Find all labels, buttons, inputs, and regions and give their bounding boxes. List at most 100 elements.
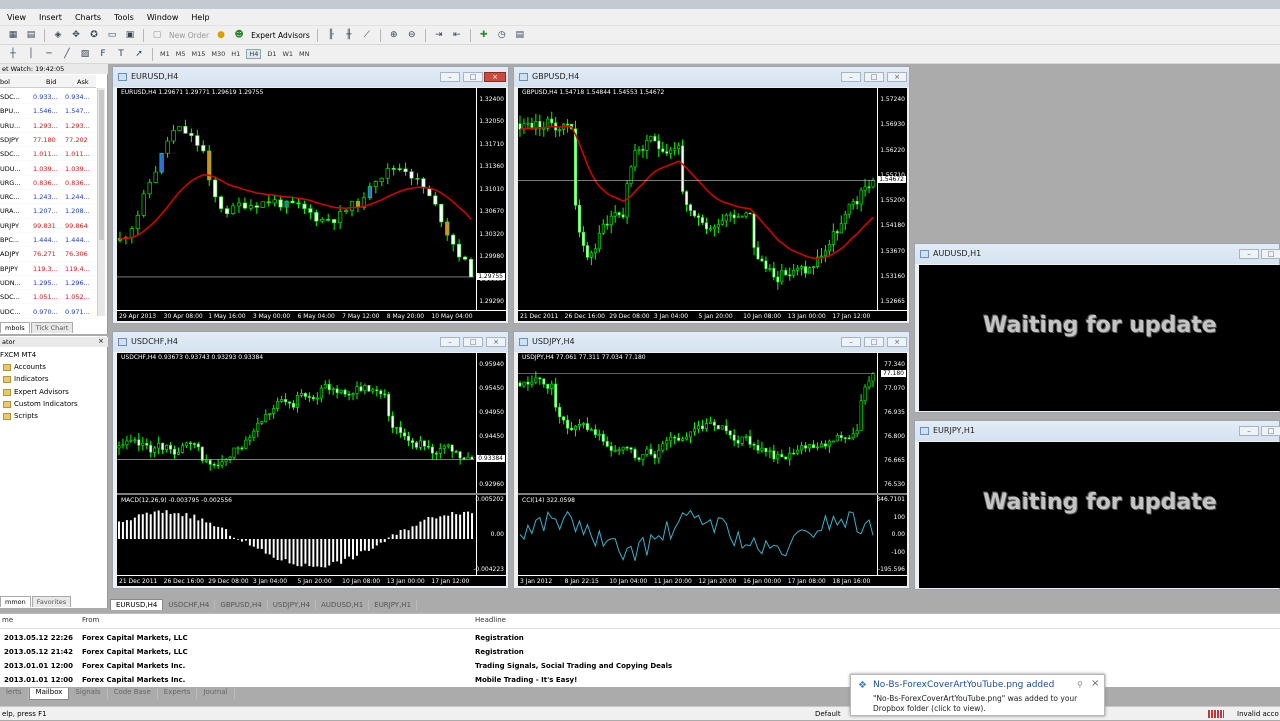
- tab-audusd[interactable]: AUDUSD,H1: [316, 600, 370, 610]
- close-button[interactable]: ×: [887, 337, 907, 347]
- tab-gbpusd[interactable]: GBPUSD,H4: [215, 600, 268, 610]
- nav-root[interactable]: FXCM MT4: [0, 351, 36, 359]
- price-axis[interactable]: 1.57240 1.56930 1.56220 1.55710 1.55200 1.541…: [877, 88, 907, 310]
- menu-tools[interactable]: Tools: [114, 13, 134, 22]
- tab-usdjpy[interactable]: USDJPY,H4: [268, 600, 317, 610]
- chart-eurusd[interactable]: EURUSD,H4 1.29671 1.29771 1.29619 1.2975…: [117, 88, 506, 321]
- vertical-line-icon[interactable]: │: [24, 48, 38, 61]
- tab-experts[interactable]: Experts: [158, 688, 198, 700]
- chart-window-gbpusd[interactable]: GBPUSD,H4 – □ × GBPUSD,H4 1.54718 1.54844 …: [513, 66, 910, 324]
- market-watch-row[interactable]: BPJPY 119.3... 119.4...: [0, 262, 96, 276]
- close-button[interactable]: ×: [887, 72, 907, 82]
- chart-window-eurusd[interactable]: EURUSD,H4 – □ × EURUSD,H4 1.29671 1.29771 …: [112, 66, 509, 324]
- horizontal-line-icon[interactable]: ─: [42, 48, 56, 61]
- market-watch-row[interactable]: URC... 1.243... 1.244...: [0, 190, 96, 205]
- timeframe-h1[interactable]: H1: [231, 50, 240, 58]
- price-axis[interactable]: 0.959400.954500.949500.944500.939600.929…: [476, 353, 506, 493]
- timeframe-mn[interactable]: MN: [299, 50, 309, 58]
- fibonacci-icon[interactable]: F: [96, 48, 110, 61]
- new-chart-icon[interactable]: ▦: [6, 29, 20, 42]
- chart-usdchf[interactable]: USDCHF,H4 0.93673 0.93743 0.93293 0.9338…: [117, 353, 506, 586]
- data-window-icon[interactable]: ✥: [69, 29, 83, 42]
- chart-window-title[interactable]: USDCHF,H4 – □ ×: [113, 332, 508, 352]
- close-button[interactable]: ×: [486, 337, 506, 347]
- market-watch-icon[interactable]: ◈: [51, 29, 65, 42]
- tab-signals[interactable]: Signals: [69, 688, 108, 700]
- maximize-button[interactable]: □: [864, 72, 884, 82]
- pin-icon[interactable]: ⚲: [1077, 680, 1083, 689]
- navigator-close-icon[interactable]: ×: [98, 337, 104, 345]
- expert-advisors-button[interactable]: Expert Advisors: [251, 31, 310, 40]
- nav-scripts[interactable]: Scripts: [3, 412, 38, 420]
- new-order-button[interactable]: New Order: [169, 31, 209, 40]
- chart-window-eurjpy[interactable]: EURJPY,H1 – □ Waiting for update: [914, 420, 1280, 590]
- new-order-icon[interactable]: ▢: [150, 29, 164, 42]
- mail-row[interactable]: 2013.05.12 21:42 Forex Capital Markets, L…: [0, 645, 1280, 659]
- maximize-button[interactable]: □: [463, 72, 483, 82]
- timeframe-m5[interactable]: M5: [176, 50, 186, 58]
- chart-usdjpy[interactable]: USDJPY,H4 77.061 77.311 77.034 77.180 77.…: [518, 353, 907, 586]
- close-icon[interactable]: ×: [1091, 678, 1099, 689]
- terminal-icon[interactable]: ▭: [105, 29, 119, 42]
- menu-window[interactable]: Window: [147, 13, 179, 22]
- chart-window-title[interactable]: AUDUSD,H1 – □: [915, 244, 1280, 264]
- col-ask[interactable]: Ask: [77, 78, 89, 86]
- timeframe-h4[interactable]: H4: [246, 49, 262, 59]
- tab-eurusd[interactable]: EURUSD,H4: [110, 599, 164, 610]
- col-time[interactable]: me: [2, 614, 13, 627]
- chart-window-title[interactable]: EURUSD,H4 – □ ×: [113, 67, 508, 87]
- nav-expert-advisors[interactable]: Expert Advisors: [3, 388, 69, 396]
- timeframe-w1[interactable]: W1: [282, 50, 293, 58]
- minimize-button[interactable]: –: [841, 72, 861, 82]
- chart-eurjpy[interactable]: Waiting for update: [919, 442, 1280, 588]
- bar-chart-icon[interactable]: ╟: [324, 29, 338, 42]
- market-watch-row[interactable]: UDN... 1.295... 1.296...: [0, 276, 96, 291]
- menu-help[interactable]: Help: [191, 13, 209, 22]
- tab-journal[interactable]: Journal: [197, 688, 235, 700]
- tab-mailbox[interactable]: Mailbox: [28, 688, 70, 700]
- scrollbar-thumb[interactable]: [99, 90, 104, 240]
- minimize-button[interactable]: –: [1239, 426, 1259, 436]
- candlestick-icon[interactable]: ╫: [342, 29, 356, 42]
- channel-icon[interactable]: ▨: [78, 48, 92, 61]
- periods-icon[interactable]: ◷: [495, 29, 509, 42]
- col-symbol[interactable]: bol: [0, 78, 10, 86]
- indicators-icon[interactable]: ✚: [477, 29, 491, 42]
- time-axis[interactable]: 21 Dec 2011 26 Dec 16:00 29 Dec 08:00 3 Jan…: [117, 575, 506, 586]
- menu-charts[interactable]: Charts: [75, 13, 101, 22]
- market-watch-row[interactable]: SDC... 0.933... 0.934...: [0, 90, 96, 105]
- time-axis[interactable]: 3 Jan 2012 8 Jan 22:15 10 Jan 04:00 11 Jan …: [518, 575, 907, 586]
- market-watch-scrollbar[interactable]: [97, 88, 105, 316]
- close-button[interactable]: ×: [484, 72, 506, 82]
- profiles-icon[interactable]: ▤: [24, 29, 38, 42]
- market-watch-row[interactable]: SDC... 1.011... 1.011...: [0, 147, 96, 162]
- market-watch-row[interactable]: BPU... 1.546... 1.547...: [0, 104, 96, 119]
- nav-indicators[interactable]: Indicators: [3, 375, 49, 383]
- chart-window-usdjpy[interactable]: USDJPY,H4 – □ × USDJPY,H4 77.061 77.311 77…: [513, 331, 910, 589]
- tab-common[interactable]: mmon: [0, 596, 31, 607]
- market-watch-row[interactable]: UDC... 0.970... 0.971...: [0, 305, 96, 319]
- trendline-icon[interactable]: ╱: [60, 48, 74, 61]
- zoom-out-icon[interactable]: ⊖: [405, 29, 419, 42]
- market-watch-row[interactable]: BPC... 1.444... 1.444...: [0, 233, 96, 248]
- market-watch-row[interactable]: URG... 0.836... 0.836...: [0, 176, 96, 191]
- chart-gbpusd[interactable]: GBPUSD,H4 1.54718 1.54844 1.54553 1.5467…: [518, 88, 907, 321]
- timeframe-m30[interactable]: M30: [211, 50, 225, 58]
- timeframe-m15[interactable]: M15: [192, 50, 206, 58]
- market-watch-row[interactable]: SDC... 1.051... 1.052...: [0, 290, 96, 305]
- price-axis[interactable]: 77.340 77.070 76.935 76.800 76.665 76.530 77.1…: [877, 353, 907, 493]
- expert-advisors-icon[interactable]: ☻: [232, 29, 246, 42]
- line-chart-icon[interactable]: ⟋: [360, 29, 374, 42]
- dropbox-notification[interactable]: ❖ No-Bs-ForexCoverArtYouTube.png added ⚲…: [850, 674, 1105, 716]
- navigator-icon[interactable]: ✪: [87, 29, 101, 42]
- maximize-button[interactable]: □: [1261, 249, 1280, 259]
- indicator-axis[interactable]: 346.7101 100 0.00 -100 -195.596: [876, 495, 907, 575]
- maximize-button[interactable]: □: [864, 337, 884, 347]
- tab-alerts[interactable]: lerts: [0, 688, 29, 700]
- minimize-button[interactable]: –: [440, 72, 460, 82]
- market-watch-row[interactable]: URU... 1.293... 1.293...: [0, 119, 96, 133]
- minimize-button[interactable]: –: [440, 337, 460, 347]
- tab-favorites[interactable]: Favorites: [31, 596, 72, 607]
- market-watch-row[interactable]: ADJPY 76.271 76.306: [0, 247, 96, 262]
- market-watch-row[interactable]: UDU... 1.039... 1.039...: [0, 162, 96, 176]
